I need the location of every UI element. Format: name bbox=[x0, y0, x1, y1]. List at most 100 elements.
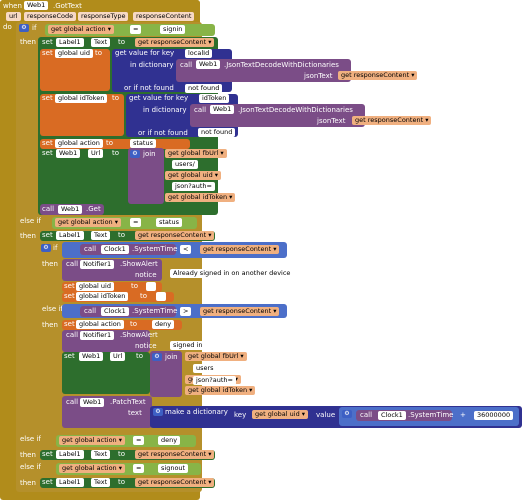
operator-eq[interactable]: = bbox=[130, 218, 142, 227]
string-not-found[interactable]: not found bbox=[185, 84, 223, 93]
else-if-keyword: else if bbox=[20, 463, 41, 471]
set-keyword: set bbox=[42, 149, 53, 157]
get-global-action[interactable]: get global action ▾ bbox=[59, 436, 126, 445]
get-global-fburl[interactable]: get global fbUrl ▾ bbox=[165, 149, 227, 158]
text-prop-dropdown[interactable]: Text bbox=[91, 450, 111, 459]
then-keyword: then bbox=[42, 321, 58, 329]
operator-eq[interactable]: = bbox=[130, 25, 142, 34]
mutator-gear-icon[interactable]: ⚙ bbox=[130, 150, 140, 158]
operator-lt[interactable]: < bbox=[180, 245, 192, 254]
operator-eq[interactable]: = bbox=[133, 464, 145, 473]
get-global-action[interactable]: get global action ▾ bbox=[48, 25, 115, 34]
call-keyword: call bbox=[42, 205, 55, 213]
set-keyword: set bbox=[42, 38, 53, 46]
label1-dropdown[interactable]: Label1 bbox=[56, 450, 84, 459]
string-json-auth[interactable]: json?auth= bbox=[172, 182, 215, 191]
inner-if-else-block[interactable] bbox=[38, 242, 63, 430]
string-users[interactable]: users bbox=[193, 364, 217, 373]
get-global-fburl[interactable]: get global fbUrl ▾ bbox=[185, 352, 247, 361]
component-dropdown[interactable]: Web1 bbox=[24, 1, 49, 10]
web1-dropdown[interactable]: Web1 bbox=[79, 352, 104, 361]
mutator-gear-icon[interactable]: ⚙ bbox=[19, 24, 29, 32]
web1-dropdown[interactable]: Web1 bbox=[56, 149, 81, 158]
to-keyword: to bbox=[112, 149, 120, 157]
string-already-signed[interactable]: Already signed in on another device bbox=[170, 269, 294, 278]
get-global-idtoken[interactable]: get global idToken ▾ bbox=[185, 386, 256, 395]
get-responsecontent[interactable]: get responseContent ▾ bbox=[338, 71, 418, 80]
get-global-action[interactable]: get global action ▾ bbox=[55, 218, 122, 227]
param-responsecontent[interactable]: responseContent bbox=[133, 12, 195, 21]
get-responsecontent[interactable]: get responseContent ▾ bbox=[135, 231, 215, 240]
label1-dropdown[interactable]: Label1 bbox=[56, 231, 84, 240]
url-prop-dropdown[interactable]: Url bbox=[88, 149, 104, 158]
get-responsecontent[interactable]: get responseContent ▾ bbox=[135, 38, 215, 47]
mutator-gear-icon[interactable]: ⚙ bbox=[41, 244, 51, 252]
set-keyword: set bbox=[64, 282, 75, 290]
string-users[interactable]: users/ bbox=[172, 160, 198, 169]
string-idtoken[interactable]: idToken bbox=[199, 94, 230, 103]
mutator-gear-icon[interactable]: ⚙ bbox=[153, 408, 163, 416]
notifier1-dropdown[interactable]: Notifier1 bbox=[80, 260, 115, 269]
text-prop-dropdown[interactable]: Text bbox=[91, 231, 111, 240]
clock1-dropdown[interactable]: Clock1 bbox=[101, 245, 129, 254]
text-prop-dropdown[interactable]: Text bbox=[91, 478, 111, 487]
string-deny[interactable]: deny bbox=[152, 320, 175, 329]
showalert-method: .ShowAlert bbox=[120, 331, 158, 339]
param-responsecode[interactable]: responseCode bbox=[24, 12, 77, 21]
string-deny[interactable]: deny bbox=[158, 436, 181, 445]
call-keyword: call bbox=[180, 61, 193, 69]
string-not-found[interactable]: not found bbox=[198, 128, 236, 137]
make-dictionary-label: make a dictionary bbox=[165, 408, 228, 416]
global-idtoken-dropdown[interactable]: global idToken bbox=[76, 292, 129, 301]
web1-dropdown[interactable]: Web1 bbox=[196, 60, 221, 69]
global-uid-dropdown[interactable]: global uid bbox=[76, 282, 114, 291]
set-keyword: set bbox=[64, 320, 75, 328]
operator-gt[interactable]: > bbox=[180, 307, 192, 316]
get-responsecontent[interactable]: get responseContent ▾ bbox=[200, 307, 280, 316]
to-keyword: to bbox=[131, 282, 139, 290]
web1-dropdown[interactable]: Web1 bbox=[210, 105, 235, 114]
web1-dropdown[interactable]: Web1 bbox=[58, 205, 83, 214]
string-localid[interactable]: localId bbox=[185, 49, 213, 58]
text-prop-dropdown[interactable]: Text bbox=[91, 38, 111, 47]
string-empty[interactable] bbox=[146, 282, 156, 291]
clock1-dropdown[interactable]: Clock1 bbox=[101, 307, 129, 316]
string-status[interactable]: status bbox=[156, 218, 182, 227]
get-global-action[interactable]: get global action ▾ bbox=[59, 464, 126, 473]
notice-label: notice bbox=[135, 271, 157, 279]
to-keyword: to bbox=[140, 292, 148, 300]
set-keyword: set bbox=[42, 450, 53, 458]
param-responsetype[interactable]: responseType bbox=[78, 12, 129, 21]
get-global-uid[interactable]: get global uid ▾ bbox=[165, 171, 222, 180]
mutator-gear-icon[interactable]: ⚙ bbox=[342, 410, 352, 418]
string-signout[interactable]: signout bbox=[158, 464, 189, 473]
get-responsecontent[interactable]: get responseContent ▾ bbox=[135, 450, 215, 459]
to-keyword: to bbox=[118, 450, 126, 458]
string-signin[interactable]: signin bbox=[160, 25, 186, 34]
label1-dropdown[interactable]: Label1 bbox=[56, 38, 84, 47]
global-uid-dropdown[interactable]: global uid bbox=[55, 49, 93, 58]
global-action-dropdown[interactable]: global action bbox=[76, 320, 124, 329]
string-signed-in[interactable]: signed in bbox=[170, 341, 206, 350]
number-36000000[interactable]: 36000000 bbox=[474, 411, 514, 420]
get-global-uid[interactable]: get global uid ▾ bbox=[252, 410, 309, 419]
operator-eq[interactable]: = bbox=[133, 436, 145, 445]
call-keyword: call bbox=[66, 398, 79, 406]
string-empty[interactable] bbox=[156, 292, 166, 301]
string-status[interactable]: status bbox=[130, 139, 156, 148]
join-keyword: join bbox=[165, 353, 178, 361]
global-idtoken-dropdown[interactable]: global idToken bbox=[55, 94, 108, 103]
string-json-auth[interactable]: json?auth= bbox=[193, 376, 236, 385]
get-responsecontent[interactable]: get responseContent ▾ bbox=[200, 245, 280, 254]
get-responsecontent[interactable]: get responseContent ▾ bbox=[135, 478, 215, 487]
clock1-dropdown[interactable]: Clock1 bbox=[378, 411, 406, 420]
global-action-dropdown[interactable]: global action bbox=[55, 139, 103, 148]
label1-dropdown[interactable]: Label1 bbox=[56, 478, 84, 487]
notifier1-dropdown[interactable]: Notifier1 bbox=[80, 331, 115, 340]
param-url[interactable]: url bbox=[6, 12, 21, 21]
get-responsecontent[interactable]: get responseContent ▾ bbox=[352, 116, 432, 125]
get-global-idtoken[interactable]: get global idToken ▾ bbox=[165, 193, 236, 202]
mutator-gear-icon[interactable]: ⚙ bbox=[152, 353, 162, 361]
url-prop-dropdown[interactable]: Url bbox=[110, 352, 126, 361]
web1-dropdown[interactable]: Web1 bbox=[80, 398, 105, 407]
